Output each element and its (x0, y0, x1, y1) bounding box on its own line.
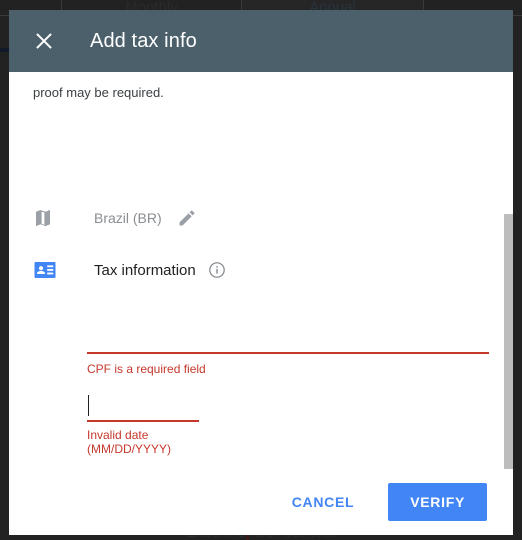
pencil-icon[interactable] (177, 208, 197, 228)
scrolled-paragraph-tail: proof may be required. (33, 85, 164, 100)
background-accent-strip (0, 48, 9, 52)
cpf-error-message: CPF is a required field (87, 362, 206, 376)
date-error-message: Invalid date (MM/DD/YYYY) (87, 428, 199, 456)
cancel-button[interactable]: CANCEL (278, 484, 369, 520)
date-input[interactable] (87, 393, 199, 422)
dialog-footer: CANCEL VERIFY (9, 469, 513, 535)
verify-button[interactable]: VERIFY (388, 483, 487, 521)
close-icon[interactable] (32, 29, 56, 53)
cpf-input[interactable] (87, 322, 489, 354)
dialog-title: Add tax info (90, 29, 197, 52)
date-error-line-1: Invalid date (87, 428, 149, 442)
country-name: Brazil (BR) (94, 210, 162, 226)
cpf-field-group: CPF is a required field (87, 322, 489, 376)
dialog-header: Add tax info (9, 10, 513, 72)
dialog-body: proof may be required. Brazil (BR) Tax i… (9, 72, 513, 535)
tax-information-row: Tax information (33, 258, 226, 282)
map-icon (33, 206, 57, 230)
add-tax-info-dialog: Add tax info proof may be required. Braz… (9, 10, 513, 535)
country-row: Brazil (BR) (33, 206, 197, 230)
info-icon[interactable] (208, 261, 226, 279)
contact-card-icon (33, 258, 57, 282)
text-caret (88, 395, 89, 416)
date-field-group: Invalid date (MM/DD/YYYY) (87, 393, 199, 456)
date-error-line-2: (MM/DD/YYYY) (87, 442, 171, 456)
tax-information-label: Tax information (94, 261, 196, 279)
